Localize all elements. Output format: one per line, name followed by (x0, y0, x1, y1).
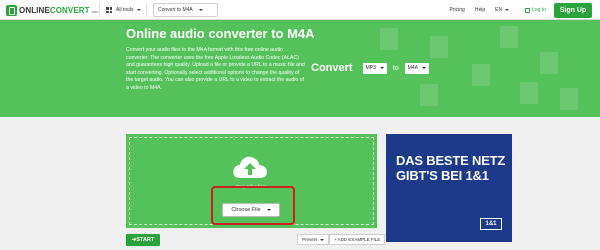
login-icon (525, 7, 531, 13)
advertisement-banner[interactable]: DAS BESTE NETZ GIBT'S BEI 1&1 1&1 (386, 134, 512, 242)
start-button[interactable]: ➔ START (126, 234, 160, 246)
hero-banner: Online audio converter to M4A Convert yo… (0, 20, 600, 117)
chevron-down-icon (136, 9, 141, 11)
target-format-select[interactable]: M4A (404, 62, 429, 74)
annotation-highlight-box (211, 186, 295, 225)
logo-icon (6, 4, 17, 16)
ad-brand-logo: 1&1 (480, 218, 502, 230)
logo-text-primary: ONLINE (19, 5, 50, 15)
help-link[interactable]: Help (475, 7, 485, 13)
chevron-down-icon (320, 238, 325, 241)
login-label: Log In (532, 7, 546, 13)
chevron-down-icon (505, 9, 510, 11)
presets-label: Presets (302, 237, 318, 242)
cloud-upload-icon (233, 156, 267, 178)
all-tools-label: All tools (116, 7, 134, 13)
ad-headline: DAS BESTE NETZ GIBT'S BEI 1&1 (396, 153, 505, 183)
site-logo[interactable]: ONLINECONVERT .com (6, 3, 98, 17)
ad-line-1: DAS BESTE NETZ (396, 153, 506, 168)
presets-select[interactable]: Presets (297, 234, 330, 245)
add-example-file-button[interactable]: + ADD EXAMPLE FILE (329, 234, 386, 245)
logo-text-secondary: CONVERT (49, 5, 90, 15)
pricing-link[interactable]: Pricing (450, 7, 465, 13)
top-navigation-bar: ONLINECONVERT .com All tools Convert to … (0, 0, 600, 20)
start-label: START (136, 237, 155, 243)
language-label: EN (495, 7, 503, 13)
logo-suffix: .com (90, 9, 99, 14)
convert-label: Convert (311, 62, 353, 74)
chevron-down-icon (421, 67, 426, 69)
language-select[interactable]: EN (495, 7, 510, 13)
to-label: to (392, 64, 399, 72)
logo-text: ONLINECONVERT (19, 6, 90, 15)
grid-icon (106, 7, 112, 13)
converter-select[interactable]: Convert to M4A (153, 3, 218, 17)
page-title: Online audio converter to M4A (126, 26, 315, 41)
converter-select-label: Convert to M4A (158, 7, 193, 13)
source-format-value: MP3 (365, 65, 376, 71)
login-link[interactable]: Log In (525, 7, 546, 13)
page-description: Convert your audio files to the M4A form… (126, 47, 305, 91)
target-format-value: M4A (407, 65, 418, 71)
source-format-select[interactable]: MP3 (362, 62, 387, 74)
nav-divider (99, 3, 100, 17)
chevron-down-icon (379, 67, 384, 69)
format-selector: Convert MP3 to M4A (311, 61, 429, 75)
ad-line-2: GIBT'S BEI 1&1 (396, 168, 489, 183)
nav-links: Pricing Help EN Log In Sign Up (450, 0, 592, 20)
nav-divider (146, 3, 147, 17)
all-tools-menu[interactable]: All tools (106, 3, 141, 17)
signup-button[interactable]: Sign Up (554, 2, 592, 18)
chevron-down-icon (198, 9, 203, 11)
